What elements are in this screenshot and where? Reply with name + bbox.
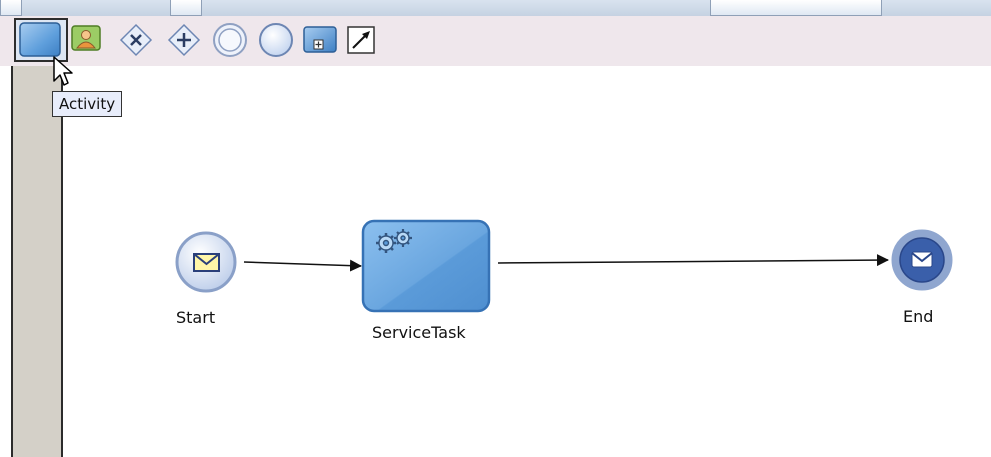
sequence-flow-task-end[interactable] xyxy=(497,254,889,267)
start-event[interactable] xyxy=(174,231,244,301)
service-task-activity[interactable] xyxy=(361,219,491,313)
start-event-label: Start xyxy=(176,308,216,327)
mouse-pointer-icon xyxy=(53,56,73,86)
activity-tooltip: Activity xyxy=(52,91,123,117)
envelope-end-icon xyxy=(891,229,953,291)
end-event-label: End xyxy=(903,307,934,326)
sequence-flow-start-task[interactable] xyxy=(243,259,362,272)
service-task-label: ServiceTask xyxy=(372,323,466,342)
envelope-start-icon xyxy=(175,231,237,293)
service-task-shape xyxy=(361,219,491,313)
end-event[interactable] xyxy=(886,228,958,300)
diagram-connectors xyxy=(243,254,889,272)
